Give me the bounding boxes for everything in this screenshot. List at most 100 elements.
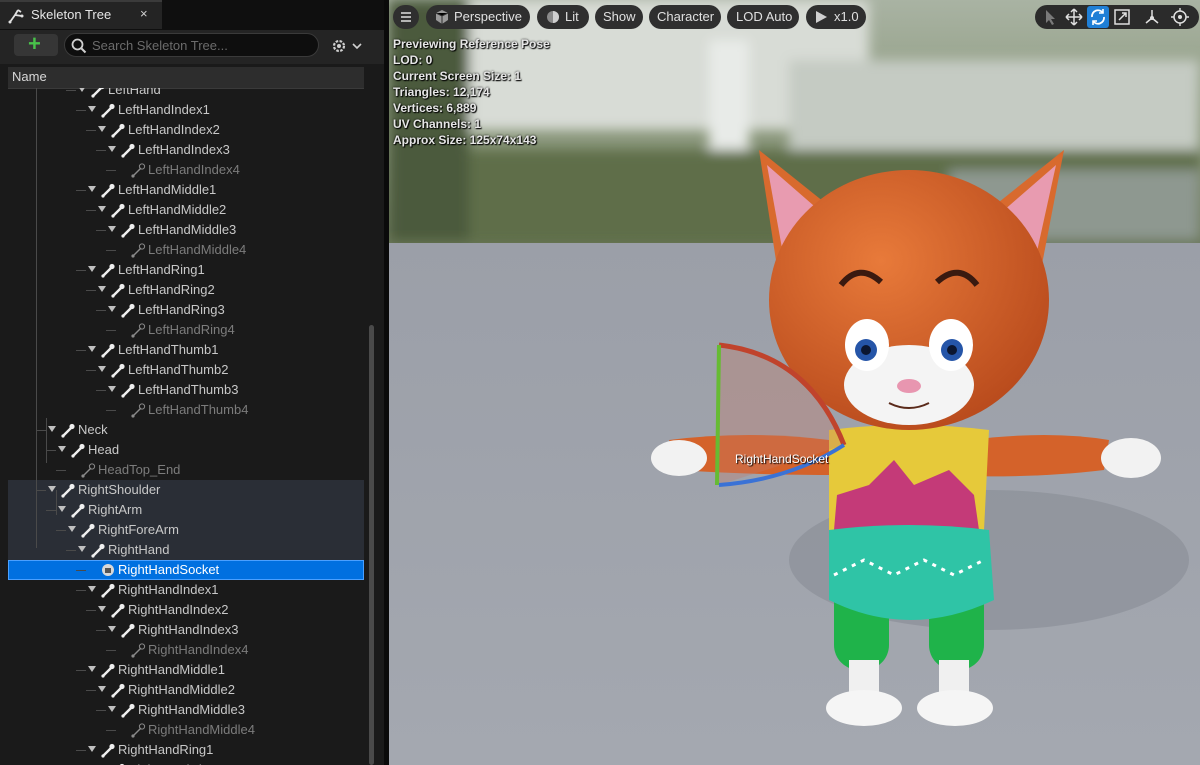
expand-arrow-icon[interactable] [88, 346, 96, 352]
expand-arrow-icon[interactable] [108, 706, 116, 712]
tree-row[interactable]: LeftHandMiddle3 [8, 220, 364, 240]
tree-row-label: LeftHandIndex2 [128, 122, 220, 137]
tree-row[interactable]: RightForeArm [8, 520, 364, 540]
tree-guide-line [86, 210, 96, 211]
expand-arrow-icon[interactable] [108, 306, 116, 312]
tree-row[interactable]: LeftHandMiddle2 [8, 200, 364, 220]
tree-row-label: LeftHandMiddle1 [118, 182, 217, 197]
tab-skeleton-tree[interactable]: Skeleton Tree × [0, 0, 162, 29]
tree-row[interactable]: LeftHandThumb4 [8, 400, 364, 420]
tree-guide-line [66, 90, 76, 91]
tree-row[interactable]: LeftHandIndex3 [8, 140, 364, 160]
expand-arrow-icon[interactable] [88, 586, 96, 592]
tree-row[interactable]: RightHandIndex4 [8, 640, 364, 660]
local-space-button[interactable] [1141, 6, 1163, 28]
expand-arrow-icon[interactable] [98, 606, 106, 612]
tree-row[interactable]: RightHandIndex3 [8, 620, 364, 640]
tree-row[interactable]: LeftHandRing3 [8, 300, 364, 320]
show-button[interactable]: Show [595, 5, 643, 29]
tree-row[interactable]: LeftHand [8, 88, 364, 100]
expand-arrow-icon[interactable] [88, 186, 96, 192]
column-header-name[interactable]: Name [8, 67, 364, 89]
tree-row[interactable]: LeftHandRing2 [8, 280, 364, 300]
expand-arrow-icon[interactable] [48, 486, 56, 492]
tree-row[interactable]: LeftHandRing4 [8, 320, 364, 340]
close-icon[interactable]: × [140, 6, 148, 21]
expand-arrow-icon[interactable] [108, 626, 116, 632]
expand-arrow-icon[interactable] [48, 426, 56, 432]
expand-arrow-icon[interactable] [108, 226, 116, 232]
tree-row[interactable]: LeftHandRing1 [8, 260, 364, 280]
tree-row-label: RightHandIndex1 [118, 582, 219, 597]
tree-row-label: LeftHandRing4 [148, 322, 235, 337]
play-speed-button[interactable]: x1.0 [806, 5, 866, 29]
tree-row[interactable]: RightArm [8, 500, 364, 520]
lit-button[interactable]: Lit [537, 5, 589, 29]
tree-guide-line [46, 450, 56, 451]
expand-arrow-icon[interactable] [78, 546, 86, 552]
tree-row-socket[interactable]: RightHandSocket [8, 560, 364, 580]
search-input[interactable]: Search Skeleton Tree... [64, 33, 319, 57]
select-tool-button[interactable] [1039, 6, 1061, 28]
viewport-menu-button[interactable] [393, 5, 419, 29]
tree-row[interactable]: LeftHandThumb3 [8, 380, 364, 400]
tree-row[interactable]: RightHandMiddle3 [8, 700, 364, 720]
expand-arrow-icon[interactable] [108, 146, 116, 152]
tree-row[interactable]: RightHandMiddle4 [8, 720, 364, 740]
tree-guide-line [56, 470, 66, 471]
tree-row[interactable]: RightHandIndex2 [8, 600, 364, 620]
perspective-label: Perspective [454, 9, 522, 24]
expand-arrow-icon[interactable] [88, 106, 96, 112]
tree-row[interactable]: LeftHandIndex1 [8, 100, 364, 120]
expand-arrow-icon[interactable] [108, 386, 116, 392]
tree-row[interactable]: RightHand [8, 540, 364, 560]
expand-arrow-icon[interactable] [88, 266, 96, 272]
expand-arrow-icon[interactable] [98, 686, 106, 692]
expand-arrow-icon[interactable] [58, 446, 66, 452]
scale-tool-button[interactable] [1111, 6, 1133, 28]
tree-row[interactable]: RightHandMiddle1 [8, 660, 364, 680]
expand-arrow-icon[interactable] [98, 366, 106, 372]
rotate-tool-button[interactable] [1087, 6, 1109, 28]
tree-guide-line [96, 390, 106, 391]
tree-row[interactable]: LeftHandThumb2 [8, 360, 364, 380]
tree-row[interactable]: LeftHandMiddle4 [8, 240, 364, 260]
expand-arrow-icon[interactable] [88, 746, 96, 752]
character-button[interactable]: Character [649, 5, 721, 29]
expand-arrow-icon[interactable] [58, 506, 66, 512]
tree-row[interactable]: Head [8, 440, 364, 460]
tree-guide-line [76, 590, 86, 591]
expand-arrow-icon[interactable] [98, 286, 106, 292]
tree-row[interactable]: RightHandMiddle2 [8, 680, 364, 700]
settings-button[interactable] [330, 37, 366, 60]
expand-arrow-icon[interactable] [98, 126, 106, 132]
tree-row-label: LeftHandThumb1 [118, 342, 219, 357]
gear-icon [332, 39, 362, 53]
expand-arrow-icon[interactable] [78, 88, 86, 92]
scrollbar-thumb[interactable] [369, 325, 374, 765]
translate-tool-button[interactable] [1063, 6, 1085, 28]
tree-guide-line [76, 750, 86, 751]
tree-row[interactable]: LeftHandThumb1 [8, 340, 364, 360]
tree-guide-line [36, 490, 46, 491]
tree-row[interactable]: LeftHandIndex2 [8, 120, 364, 140]
lod-button[interactable]: LOD Auto [727, 5, 799, 29]
tree-row-label: RightHandMiddle4 [148, 722, 255, 737]
camera-speed-button[interactable] [1169, 6, 1191, 28]
tree-row-label: LeftHandThumb2 [128, 362, 229, 377]
tree-row[interactable]: RightHandIndex1 [8, 580, 364, 600]
add-button[interactable]: + [14, 31, 58, 56]
tree-row[interactable]: RightHandRing1 [8, 740, 364, 760]
tree-row[interactable]: Neck [8, 420, 364, 440]
perspective-button[interactable]: Perspective [426, 5, 530, 29]
expand-arrow-icon[interactable] [98, 206, 106, 212]
tree-row[interactable]: RightHandRing2 [8, 760, 364, 765]
tree-row[interactable]: LeftHandIndex4 [8, 160, 364, 180]
tree-row[interactable]: LeftHandMiddle1 [8, 180, 364, 200]
viewport[interactable]: Perspective Lit Show Character LOD Auto … [389, 0, 1200, 765]
tree-row-label: LeftHandIndex1 [118, 102, 210, 117]
tree-row[interactable]: RightShoulder [8, 480, 364, 500]
expand-arrow-icon[interactable] [68, 526, 76, 532]
expand-arrow-icon[interactable] [88, 666, 96, 672]
tree-row[interactable]: HeadTop_End [8, 460, 364, 480]
